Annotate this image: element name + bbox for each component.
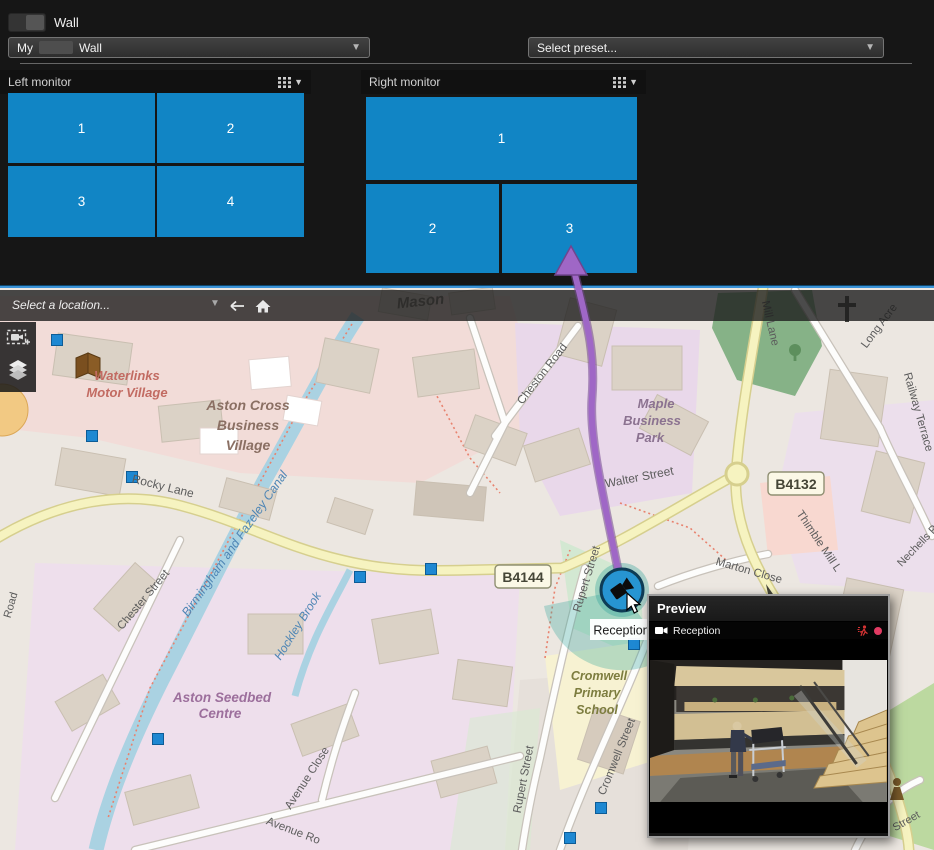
map-camera-marker[interactable]: [355, 572, 366, 583]
map-camera-marker[interactable]: [52, 335, 63, 346]
header-divider: [20, 63, 912, 64]
map-label: Village: [226, 437, 271, 453]
home-icon: [255, 299, 271, 313]
preview-indicators: [857, 625, 882, 637]
preset-selector-dropdown[interactable]: Select preset... ▼: [528, 37, 884, 58]
map-label: Maple: [638, 396, 675, 411]
map-camera-marker[interactable]: [565, 833, 576, 844]
right-monitor-tile-2[interactable]: 2: [366, 184, 499, 273]
select-camera-tool-button[interactable]: [4, 325, 32, 351]
map-label: Centre: [199, 706, 242, 721]
camera-select-icon: [6, 327, 30, 349]
map-camera-marker[interactable]: [596, 803, 607, 814]
wall-selector-prefix: My: [17, 41, 33, 55]
layers-icon: [7, 359, 29, 381]
map-label: Cromwell: [571, 669, 628, 683]
map-camera-marker[interactable]: [629, 639, 640, 650]
map-label: Aston Cross: [205, 397, 289, 413]
wall-selector-suffix: Wall: [79, 41, 102, 55]
left-monitor-tile-3[interactable]: 3: [8, 166, 155, 237]
map-label: Primary: [574, 686, 622, 700]
map-camera-marker[interactable]: [153, 734, 164, 745]
redacted-wall-name: [39, 41, 73, 54]
camera-icon: [655, 626, 668, 635]
chevron-down-icon: ▼: [629, 77, 638, 87]
right-monitor-tile-3[interactable]: 3: [502, 184, 637, 273]
left-monitor-header: Left monitor ▼: [0, 70, 311, 94]
left-monitor-tile-2[interactable]: 2: [157, 93, 304, 163]
map-label: Motor Village: [86, 385, 167, 400]
map-home-button[interactable]: [252, 295, 274, 317]
map-camera-marker[interactable]: [87, 431, 98, 442]
right-monitor-header: Right monitor ▼: [361, 70, 646, 94]
grid-layout-icon: [613, 77, 626, 88]
map-toolbar: Select a location... ▼: [0, 290, 934, 321]
left-monitor-layout-button[interactable]: ▼: [278, 77, 303, 88]
left-monitor-tile-4[interactable]: 4: [157, 166, 304, 237]
map-label: Business: [217, 417, 279, 433]
camera-feed-image: [650, 660, 887, 802]
preset-placeholder: Select preset...: [537, 41, 617, 55]
wall-selector-dropdown[interactable]: My Wall ▼: [8, 37, 370, 58]
preview-camera-header: Reception: [649, 622, 888, 639]
wall-toggle[interactable]: [8, 13, 46, 32]
right-monitor-layout-button[interactable]: ▼: [613, 77, 638, 88]
motion-detected-icon: [857, 625, 869, 637]
map-label: Business: [623, 413, 681, 428]
road-badge-label: B4132: [775, 476, 816, 492]
wall-toggle-label: Wall: [54, 15, 79, 30]
right-monitor-title: Right monitor: [369, 75, 440, 89]
smart-wall-app: Wall My Wall ▼ Select preset... ▼ Left m…: [0, 0, 934, 850]
preview-camera-name: Reception: [673, 625, 720, 637]
wall-toggle-knob: [26, 15, 44, 30]
back-arrow-icon: [229, 300, 245, 312]
location-dropdown-caret-icon[interactable]: ▼: [210, 298, 220, 309]
recording-indicator-dot: [874, 627, 882, 635]
chevron-down-icon: ▼: [351, 42, 361, 53]
right-monitor-tile-1[interactable]: 1: [366, 97, 637, 180]
left-monitor-tile-1[interactable]: 1: [8, 93, 155, 163]
left-monitor-title: Left monitor: [8, 75, 71, 89]
map-camera-marker[interactable]: [426, 564, 437, 575]
camera-name-label: Reception: [590, 619, 653, 640]
chevron-down-icon: ▼: [865, 42, 875, 53]
preview-window: Preview Reception: [647, 594, 890, 838]
preview-title: Preview: [649, 596, 888, 622]
chevron-down-icon: ▼: [294, 77, 303, 87]
map-label: Aston Seedbed: [172, 690, 272, 705]
map-tool-strip: [0, 322, 36, 392]
grid-layout-icon: [278, 77, 291, 88]
camera-name-text: Reception: [593, 624, 649, 638]
map-label: Park: [636, 430, 665, 445]
map-label: School: [576, 703, 618, 717]
map-label: Waterlinks: [94, 368, 160, 383]
map-back-button[interactable]: [226, 295, 248, 317]
road-badge-label: B4144: [502, 569, 543, 585]
location-search-input[interactable]: Select a location...: [12, 298, 110, 312]
map-layers-button[interactable]: [4, 357, 32, 383]
preview-video: [649, 639, 888, 833]
